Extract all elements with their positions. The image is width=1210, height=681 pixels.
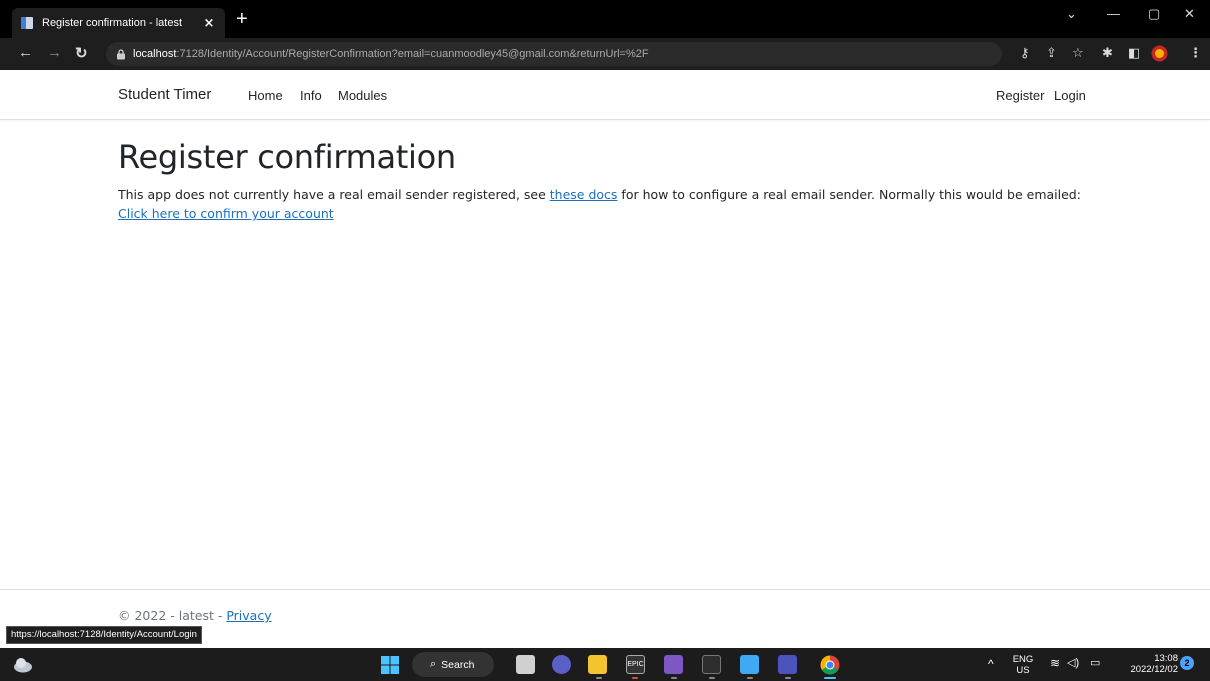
tab-search-chevron-icon[interactable]: ⌄ — [1066, 6, 1077, 22]
link-status-bubble: https://localhost:7128/Identity/Account/… — [6, 626, 202, 644]
nav-link-info[interactable]: Info — [300, 88, 322, 103]
page-favicon-icon — [21, 17, 33, 29]
confirmation-message: This app does not currently have a real … — [118, 185, 1108, 223]
chrome-active-indicator — [824, 677, 836, 679]
taskbar-search[interactable]: ⌕ Search — [412, 652, 494, 677]
epic-games-icon[interactable]: EPIC — [626, 655, 645, 674]
terminal-running-indicator — [709, 677, 715, 679]
keyboard-region: US — [1016, 665, 1030, 676]
clock-time: 13:08 — [1154, 653, 1178, 664]
tab-title: Register confirmation - latest — [42, 17, 182, 29]
clock-date: 2022/12/02 — [1130, 664, 1178, 675]
nav-link-register[interactable]: Register — [996, 88, 1044, 103]
browser-toolbar: ← → ↻ localhost :7128/Identity/Account/R… — [0, 38, 1210, 70]
footer-divider — [0, 589, 1210, 590]
teams-running-indicator — [785, 677, 791, 679]
back-arrow-icon[interactable]: ← — [18, 44, 33, 61]
share-icon[interactable]: ⇪ — [1046, 46, 1057, 61]
screen: Register confirmation - latest × + ⌄ — ▢… — [0, 0, 1210, 681]
message-text-before: This app does not currently have a real … — [118, 187, 550, 202]
nav-link-modules[interactable]: Modules — [338, 88, 387, 103]
paint-running-indicator — [747, 677, 753, 679]
footer: © 2022 - latest - Privacy — [118, 608, 272, 623]
windows-start-icon[interactable] — [381, 656, 399, 674]
wifi-icon[interactable]: ≋ — [1050, 657, 1060, 669]
clock[interactable]: 13:08 2022/12/02 — [1116, 653, 1178, 675]
lock-icon — [117, 48, 125, 59]
vs-running-indicator — [671, 677, 677, 679]
nav-link-home[interactable]: Home — [248, 88, 283, 103]
close-window-icon[interactable]: ✕ — [1184, 6, 1195, 22]
epic-running-indicator — [632, 677, 638, 679]
windows-taskbar: ⌕ Search EPIC ^ ENG US ≋ ◁) ▭ 13:08 2022… — [0, 648, 1210, 681]
url-host: localhost — [133, 48, 177, 60]
url-path: :7128/Identity/Account/RegisterConfirmat… — [176, 48, 649, 60]
docs-link[interactable]: these docs — [550, 187, 618, 202]
teams-chat-icon[interactable] — [552, 655, 571, 674]
browser-tab-strip: Register confirmation - latest × + ⌄ — ▢… — [0, 0, 1210, 38]
minimize-icon[interactable]: — — [1107, 6, 1120, 21]
side-panel-icon[interactable]: ◧ — [1128, 46, 1140, 61]
footer-copyright: © 2022 - latest - — [118, 608, 227, 623]
chrome-icon[interactable] — [820, 655, 840, 675]
forward-arrow-icon[interactable]: → — [47, 44, 62, 61]
file-explorer-running-indicator — [596, 677, 602, 679]
new-tab-button[interactable]: + — [236, 8, 248, 30]
extensions-puzzle-icon[interactable]: ✱ — [1102, 46, 1113, 61]
file-explorer-icon[interactable] — [588, 655, 607, 674]
tray-overflow-chevron-icon[interactable]: ^ — [988, 658, 994, 670]
tab-close-button[interactable]: × — [201, 16, 217, 31]
battery-icon[interactable]: ▭ — [1090, 658, 1100, 669]
language-code: ENG — [1012, 654, 1034, 665]
restore-icon[interactable]: ▢ — [1148, 6, 1160, 22]
privacy-link[interactable]: Privacy — [226, 608, 271, 623]
browser-tab[interactable]: Register confirmation - latest × — [12, 8, 225, 38]
menu-kebab-icon[interactable]: ⋮ — [1189, 46, 1202, 61]
confirm-account-link[interactable]: Click here to confirm your account — [118, 206, 334, 221]
bookmark-star-icon[interactable]: ☆ — [1072, 46, 1084, 61]
notification-badge[interactable]: 2 — [1180, 656, 1194, 670]
visual-studio-icon[interactable] — [664, 655, 683, 674]
reload-icon[interactable]: ↻ — [75, 44, 88, 62]
profile-avatar-icon[interactable] — [1151, 45, 1168, 62]
page-title: Register confirmation — [118, 138, 456, 176]
language-indicator[interactable]: ENG US — [1010, 654, 1036, 676]
search-label: Search — [441, 658, 475, 671]
message-text-middle: for how to configure a real email sender… — [617, 187, 1081, 202]
task-view-icon[interactable] — [516, 655, 535, 674]
site-navbar: Student Timer Home Info Modules Register… — [0, 70, 1210, 120]
nav-link-login[interactable]: Login — [1054, 88, 1086, 103]
paint-app-icon[interactable] — [740, 655, 759, 674]
search-icon: ⌕ — [430, 658, 437, 670]
address-bar[interactable]: localhost :7128/Identity/Account/Registe… — [106, 42, 1002, 66]
key-icon[interactable]: ⚷ — [1020, 46, 1030, 61]
weather-cloud-icon[interactable] — [13, 656, 33, 673]
teams-icon[interactable] — [778, 655, 797, 674]
terminal-icon[interactable] — [702, 655, 721, 674]
volume-icon[interactable]: ◁) — [1067, 658, 1079, 669]
brand-link[interactable]: Student Timer — [118, 86, 211, 103]
